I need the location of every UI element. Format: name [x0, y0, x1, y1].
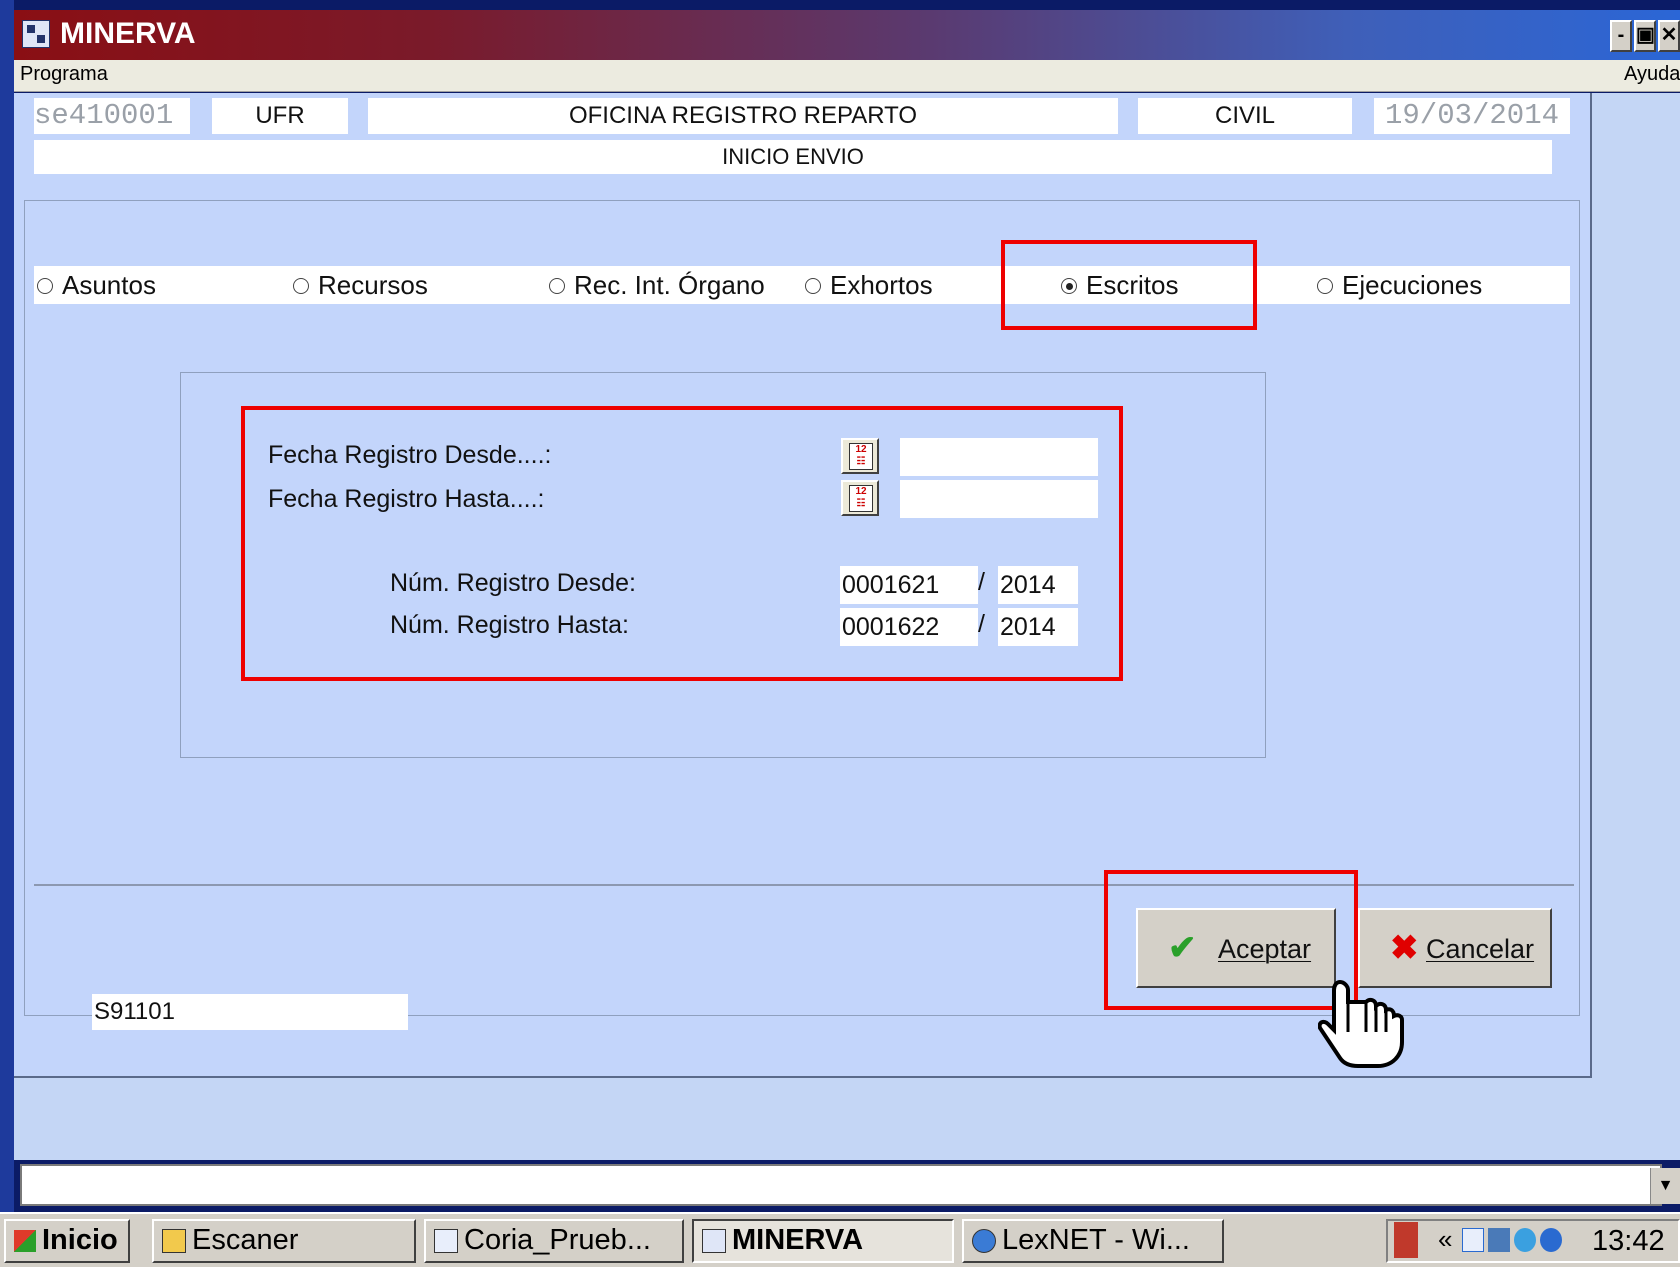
jurisdiction-field: CIVIL	[1138, 98, 1352, 134]
taskbar-item-escaner[interactable]: Escaner	[152, 1219, 416, 1263]
clock: 13:42	[1592, 1225, 1665, 1257]
bottom-area	[14, 1080, 1680, 1160]
office-field: OFICINA REGISTRO REPARTO	[368, 98, 1118, 134]
program-code-field: se410001	[34, 98, 190, 134]
title-bar[interactable]	[14, 10, 1680, 60]
command-input[interactable]	[20, 1164, 1662, 1206]
status-code-field: S91101	[92, 994, 408, 1030]
radio-exhortos[interactable]: Exhortos	[802, 266, 933, 304]
taskbar-item-minerva[interactable]: MINERVA	[692, 1219, 954, 1263]
menu-programa[interactable]: Programa	[20, 63, 108, 86]
num-desde-label: Núm. Registro Desde:	[390, 569, 636, 597]
num-hasta-separator: /	[978, 610, 985, 638]
fecha-hasta-input[interactable]	[900, 480, 1098, 518]
highlight-escritos	[1001, 240, 1257, 330]
window-title: MINERVA	[60, 17, 196, 50]
minerva-app-icon[interactable]	[22, 20, 50, 48]
hand-pointer-cursor	[1318, 979, 1404, 1068]
start-label: Inicio	[42, 1224, 118, 1256]
folder-icon	[162, 1229, 186, 1254]
start-button[interactable]: Inicio	[4, 1219, 130, 1263]
num-desde-input[interactable]: 0001621	[840, 566, 978, 604]
fecha-hasta-label: Fecha Registro Hasta....:	[268, 485, 545, 513]
monitor-icon[interactable]	[1488, 1228, 1510, 1252]
globe-icon[interactable]	[1540, 1228, 1562, 1252]
check-icon: ✔	[1168, 929, 1197, 967]
radio-asuntos[interactable]: Asuntos	[34, 266, 156, 304]
fecha-desde-input[interactable]	[900, 438, 1098, 476]
minerva-app-icon	[702, 1229, 726, 1254]
taskbar-item-label: Escaner	[192, 1224, 299, 1256]
sync-icon[interactable]	[1514, 1228, 1536, 1252]
radio-recursos[interactable]: Recursos	[290, 266, 428, 304]
internet-explorer-icon	[972, 1229, 996, 1254]
tray-expand-arrow[interactable]: «	[1438, 1224, 1452, 1255]
num-hasta-input[interactable]: 0001622	[840, 608, 978, 646]
num-hasta-year-input[interactable]: 2014	[998, 608, 1078, 646]
accept-label: Aceptar	[1218, 934, 1312, 964]
x-icon: ✖	[1390, 929, 1419, 967]
menu-ayuda[interactable]: Ayuda	[1624, 63, 1680, 86]
num-hasta-label: Núm. Registro Hasta:	[390, 611, 629, 639]
taskbar-item-label: LexNET - Wi...	[1002, 1224, 1190, 1256]
chevron-down-icon[interactable]: ▼	[1650, 1168, 1680, 1204]
calendar-icon[interactable]: 12 ☷	[841, 480, 879, 516]
frame-edge	[0, 0, 14, 1267]
word-document-icon	[434, 1229, 458, 1254]
num-desde-separator: /	[978, 568, 985, 596]
accept-button[interactable]: ✔ Aceptar	[1136, 908, 1336, 988]
num-desde-year-input[interactable]: 2014	[998, 566, 1078, 604]
taskbar-item-label: Coria_Prueb...	[464, 1224, 651, 1256]
taskbar-item-label: MINERVA	[732, 1224, 864, 1256]
close-button[interactable]: ✕	[1658, 20, 1680, 52]
windows-logo-icon	[14, 1230, 36, 1253]
taskbar-item-word-doc[interactable]: Coria_Prueb...	[424, 1219, 684, 1263]
minimize-button[interactable]: -	[1610, 20, 1632, 52]
date-field: 19/03/2014	[1374, 98, 1570, 134]
radio-rec-int-organo[interactable]: Rec. Int. Órgano	[546, 266, 765, 304]
fecha-desde-label: Fecha Registro Desde....:	[268, 441, 552, 469]
calendar-icon[interactable]: 12 ☷	[841, 438, 879, 474]
unit-field: UFR	[212, 98, 348, 134]
network-icon[interactable]	[1462, 1228, 1484, 1252]
taskbar-item-lexnet[interactable]: LexNET - Wi...	[962, 1219, 1224, 1263]
cancel-label: Cancelar	[1426, 934, 1535, 964]
subtitle-bar: INICIO ENVIO	[34, 140, 1552, 174]
restore-button[interactable]: ▣	[1634, 20, 1656, 52]
menu-bar	[14, 60, 1680, 92]
radio-ejecuciones[interactable]: Ejecuciones	[1314, 266, 1482, 304]
